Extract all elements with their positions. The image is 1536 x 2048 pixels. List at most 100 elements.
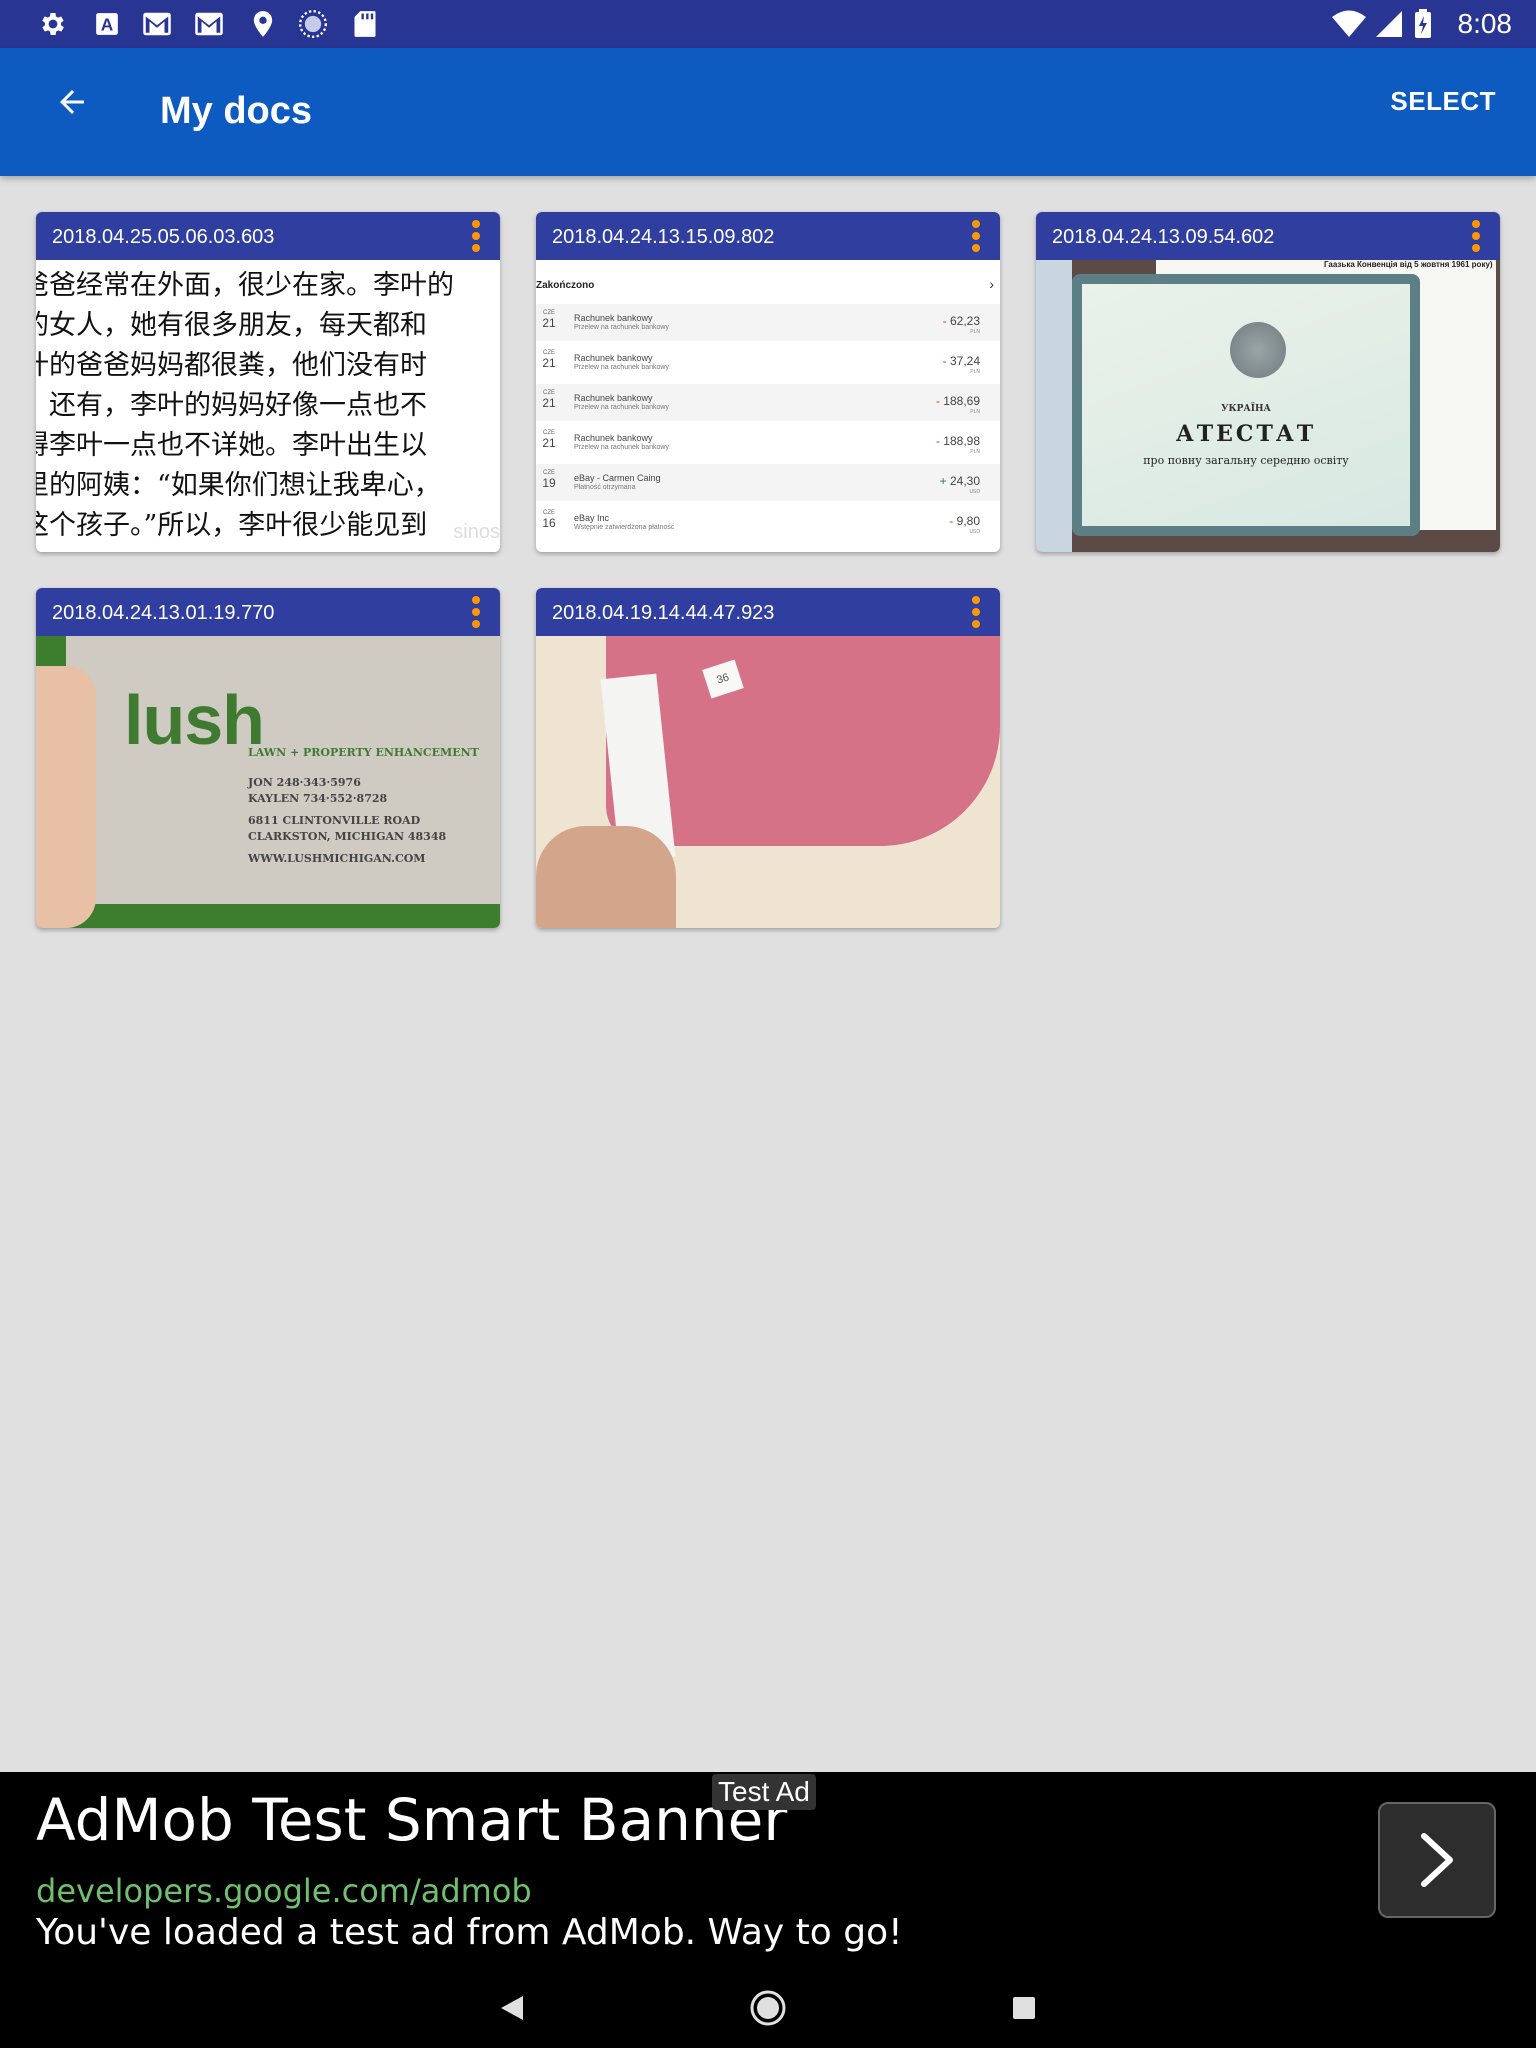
transaction-title: Rachunek bankowy — [574, 313, 653, 323]
transaction-currency: PLN — [970, 409, 980, 415]
back-button[interactable] — [44, 74, 100, 130]
transaction-row: CZE 21 Rachunek bankowy Przelew na rachun… — [536, 304, 1000, 342]
transaction-row: CZE 19 eBay - Carmen Caing Płatność otrzy… — [536, 464, 1000, 502]
page-title: My docs — [160, 90, 313, 132]
arrow-back-icon — [60, 90, 84, 114]
thumbnail-text-line: 得李叶一点也不详她。李叶出生以 — [36, 430, 427, 461]
card-header: 2018.04.24.13.15.09.802 — [536, 212, 1000, 260]
business-card-line: CLARKSTON, MICHIGAN 48348 — [248, 830, 447, 843]
thumbnail-text-line: 。还有，李叶的妈妈好像一点也不 — [36, 390, 427, 421]
certificate-title: АТЕСТАТ — [1175, 421, 1317, 447]
nav-back-button[interactable] — [492, 1988, 532, 2028]
transaction-day: 21 — [542, 436, 556, 450]
select-button[interactable]: SELECT — [1390, 86, 1496, 117]
transaction-currency: PLN — [970, 449, 980, 455]
document-card[interactable]: 2018.04.24.13.01.19.770 lush LAWN + PROP… — [36, 588, 500, 928]
transaction-title: eBay - Carmen Caing — [574, 473, 661, 483]
document-thumbnail: lush LAWN + PROPERTY ENHANCEMENT JON 248… — [36, 636, 500, 928]
transaction-day: 19 — [542, 476, 556, 490]
transaction-amount: 62,23 — [943, 314, 980, 328]
transaction-title: Rachunek bankowy — [574, 353, 653, 363]
location-icon — [248, 9, 278, 39]
transaction-subtitle: Przelew na rachunek bankowy — [574, 364, 669, 371]
business-tagline: LAWN + PROPERTY ENHANCEMENT — [248, 746, 479, 759]
document-date: 2018.04.19.14.44.47.923 — [552, 602, 775, 624]
transaction-row: CZE 16 eBay Inc Wstępnie zatwierdzona pła… — [536, 504, 1000, 542]
system-nav-bar — [0, 1968, 1536, 2048]
settings-icon — [38, 9, 68, 39]
business-card-line: WWW.LUSHMICHIGAN.COM — [248, 852, 426, 865]
sync-icon — [298, 9, 328, 39]
ad-open-button[interactable] — [1378, 1802, 1496, 1918]
transaction-amount: 188,69 — [936, 394, 980, 408]
document-card[interactable]: 2018.04.25.05.06.03.603 爸爸经常在外面，很少在家。李叶的… — [36, 212, 500, 552]
nav-home-button[interactable] — [748, 1988, 788, 2028]
more-options-icon[interactable] — [466, 218, 486, 254]
transaction-amount: 9,80 — [949, 514, 980, 528]
nav-recents-button[interactable] — [1004, 1988, 1044, 2028]
transaction-row: CZE 21 Rachunek bankowy Przelew na rachun… — [536, 424, 1000, 462]
sd-card-icon — [350, 9, 380, 39]
transaction-currency: PLN — [970, 369, 980, 375]
back-triangle-icon — [501, 1996, 523, 2020]
transactions-header: Zakończono — [536, 280, 595, 291]
document-thumbnail: Гаазька Конвенція від 5 жовтня 1961 року… — [1036, 260, 1500, 552]
document-card[interactable]: 2018.04.24.13.09.54.602 Гаазька Конвенці… — [1036, 212, 1500, 552]
thumbnail-text-line: 爸爸经常在外面，很少在家。李叶的 — [36, 270, 454, 301]
transaction-currency: USD — [969, 529, 980, 535]
more-options-icon[interactable] — [1466, 218, 1486, 254]
transaction-amount: 24,30 — [940, 474, 980, 488]
thumbnail-text-line: 的女人，她有很多朋友，每天都和 — [36, 310, 427, 341]
ad-description: You've loaded a test ad from AdMob. Way … — [36, 1912, 903, 1953]
thumbnail-watermark: sinos — [453, 521, 500, 543]
more-options-icon[interactable] — [466, 594, 486, 630]
certificate: УКРАЇНА АТЕСТАТ про повну загальну серед… — [1072, 274, 1420, 536]
certificate-header-text: Гаазька Конвенція від 5 жовтня 1961 року… — [1324, 260, 1493, 269]
transaction-subtitle: Przelew na rachunek bankowy — [574, 404, 669, 411]
document-card[interactable]: 2018.04.24.13.15.09.802 Zakończono › CZE… — [536, 212, 1000, 552]
transaction-currency: PLN — [970, 329, 980, 335]
battery-icon — [1410, 9, 1436, 39]
transaction-title: Rachunek bankowy — [574, 393, 653, 403]
thumbnail-text-line: 里的阿姨：“如果你们想让我卑心， — [36, 470, 441, 501]
document-date: 2018.04.24.13.01.19.770 — [52, 602, 275, 624]
transaction-amount: 37,24 — [943, 354, 980, 368]
document-thumbnail: 爸爸经常在外面，很少在家。李叶的 的女人，她有很多朋友，每天都和 叶的爸爸妈妈都… — [36, 260, 500, 552]
business-card: lush LAWN + PROPERTY ENHANCEMENT JON 248… — [66, 636, 500, 904]
recents-square-icon — [1013, 1997, 1035, 2019]
status-bar: A 8:08 — [0, 0, 1536, 48]
chevron-right-icon: › — [989, 276, 994, 292]
transaction-row: CZE 21 Rachunek bankowy Przelew na rachun… — [536, 344, 1000, 382]
transaction-day: 16 — [542, 516, 556, 530]
transaction-subtitle: Przelew na rachunek bankowy — [574, 444, 669, 451]
transaction-day: 21 — [542, 316, 556, 330]
ad-title[interactable]: AdMob Test Smart Banner — [36, 1786, 787, 1854]
business-card-line: JON 248·343·5976 — [248, 776, 361, 789]
document-card[interactable]: 2018.04.19.14.44.47.923 36 — [536, 588, 1000, 928]
business-logo: lush — [124, 681, 265, 759]
signal-icon — [1374, 9, 1404, 39]
gmail-icon — [194, 9, 224, 39]
clock: 8:08 — [1457, 8, 1513, 39]
more-options-icon[interactable] — [966, 218, 986, 254]
font-a-icon: A — [92, 9, 122, 39]
more-options-icon[interactable] — [966, 594, 986, 630]
transaction-currency: USD — [969, 489, 980, 495]
card-header: 2018.04.24.13.01.19.770 — [36, 588, 500, 636]
card-header: 2018.04.19.14.44.47.923 — [536, 588, 1000, 636]
coat-of-arms-icon — [1230, 322, 1286, 378]
transaction-subtitle: Płatność otrzymana — [574, 484, 636, 491]
certificate-country: УКРАЇНА — [1221, 404, 1271, 414]
transaction-subtitle: Wstępnie zatwierdzona płatność — [574, 524, 675, 531]
transaction-title: Rachunek bankowy — [574, 433, 653, 443]
svg-text:A: A — [101, 15, 114, 35]
ad-url[interactable]: developers.google.com/admob — [36, 1872, 532, 1910]
document-date: 2018.04.25.05.06.03.603 — [52, 226, 275, 248]
transaction-day: 21 — [542, 356, 556, 370]
chevron-right-icon — [1421, 1833, 1453, 1887]
transaction-row: CZE 21 Rachunek bankowy Przelew na rachun… — [536, 384, 1000, 422]
transaction-title: eBay Inc — [574, 513, 610, 523]
business-card-line: KAYLEN 734·552·8728 — [248, 792, 388, 805]
ad-banner[interactable]: AdMob Test Smart Banner Test Ad develope… — [0, 1772, 1536, 1968]
home-circle-icon — [750, 1990, 786, 2026]
